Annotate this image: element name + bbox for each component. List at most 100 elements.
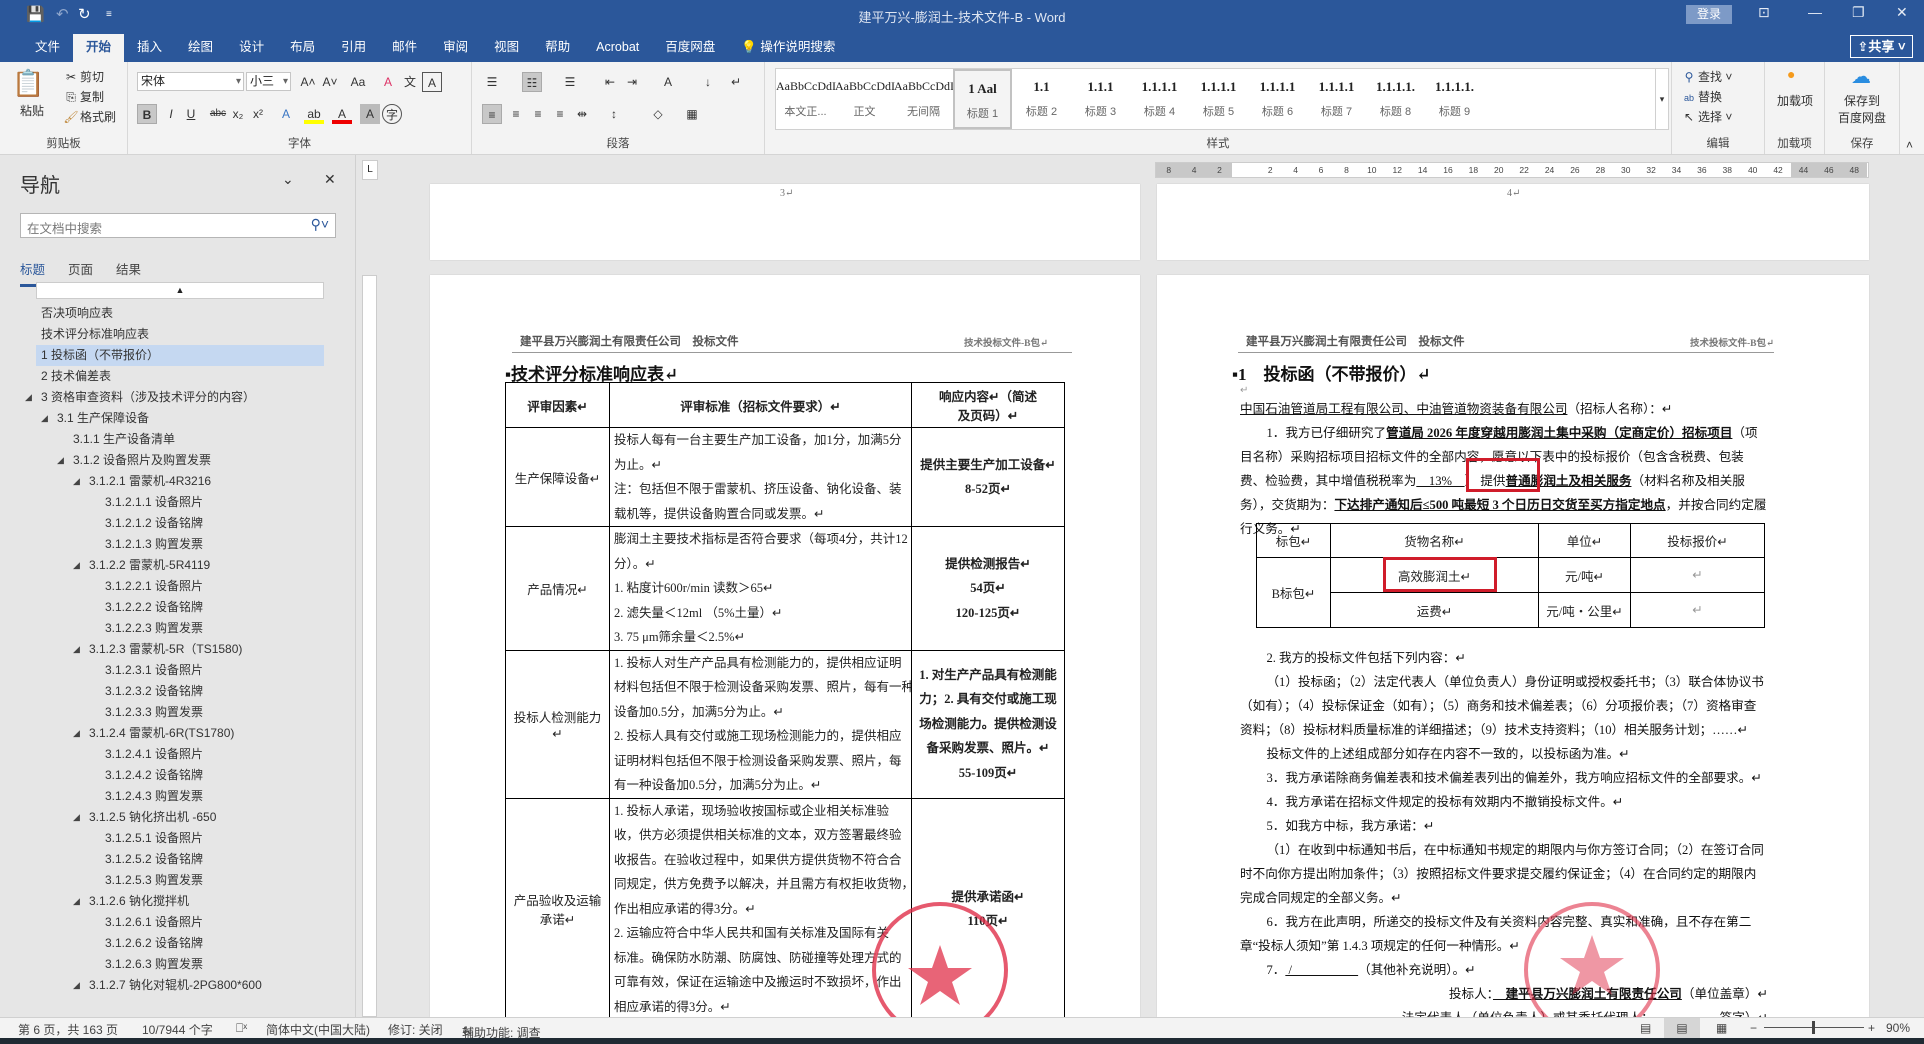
horizontal-ruler[interactable]: 8 4 2 2 4 6 8 10 12 14 16 18 20 22 24 26 28 30 32 34 36 38 40 4… — [1155, 162, 1869, 178]
style-item[interactable]: 1.1.1.1. 标题 8 — [1366, 69, 1425, 129]
baidu-cloud-icon[interactable]: ☁ — [1851, 64, 1871, 89]
tab-6[interactable]: 引用 — [328, 34, 379, 62]
font-size-select[interactable]: 小三 — [246, 72, 291, 91]
expand-triangle-icon[interactable]: ◢ — [73, 975, 80, 996]
nav-heading-item[interactable]: 2 技术偏差表 — [36, 366, 324, 387]
paste-button[interactable]: 粘贴 — [20, 102, 44, 119]
close-icon[interactable]: ✕ — [1896, 4, 1908, 21]
style-item[interactable]: 1.1.1.1 标题 5 — [1189, 69, 1248, 129]
nav-heading-item[interactable]: 3.1.2.4.3 购置发票 — [36, 786, 324, 807]
paste-icon[interactable]: 📋 — [12, 68, 44, 99]
align-left-icon[interactable]: ≡ — [482, 104, 502, 124]
styles-more-icon[interactable]: ▾ — [1655, 68, 1669, 130]
nav-heading-item[interactable]: ◢ 3.1.2.3 雷蒙机-5R（TS1580) — [36, 639, 324, 660]
multilevel-list-icon[interactable]: ☰ — [560, 72, 580, 92]
zoom-out-icon[interactable]: − — [1750, 1021, 1757, 1035]
nav-heading-item[interactable]: ◢ 3.1.2.4 雷蒙机-6R(TS1780) — [36, 723, 324, 744]
nav-heading-item[interactable]: ◢ 3 资格审查资料（涉及技术评分的内容） — [25, 387, 324, 408]
style-item[interactable]: AaBbCcDdI 正文 — [835, 69, 895, 129]
superscript-icon[interactable]: x² — [248, 104, 268, 124]
nav-heading-item[interactable]: 3.1.2.6.2 设备铭牌 — [36, 933, 324, 954]
tab-1[interactable]: 开始 — [73, 34, 125, 62]
nav-heading-item[interactable]: 技术评分标准响应表 — [36, 324, 324, 345]
nav-heading-item[interactable]: ◢ 3.1.2.1 雷蒙机-4R3216 — [36, 471, 324, 492]
nav-heading-item[interactable]: 3.1.2.1.3 购置发票 — [36, 534, 324, 555]
nav-heading-item[interactable]: 3.1.2.4.1 设备照片 — [36, 744, 324, 765]
style-item[interactable]: 1.1.1.1 标题 6 — [1248, 69, 1307, 129]
addins-button[interactable]: 加载项 — [1773, 92, 1817, 109]
nav-heading-item[interactable]: ◢ 3.1.2.5 钠化挤出机 -650 — [36, 807, 324, 828]
minimize-icon[interactable]: — — [1808, 4, 1822, 20]
nav-heading-item[interactable]: ◢ 3.1.2.7 钠化对辊机-2PG800*600 — [36, 975, 324, 996]
read-mode-icon[interactable]: ▤ — [1640, 1021, 1651, 1035]
nav-heading-item[interactable]: ◢ 3.1.2.2 雷蒙机-5R4119 — [36, 555, 324, 576]
save-to-baidu-button[interactable]: 保存到 百度网盘 — [1829, 92, 1895, 126]
nav-heading-item[interactable]: 3.1.2.6.3 购置发票 — [36, 954, 324, 975]
tab-10[interactable]: 帮助 — [532, 34, 583, 62]
change-case-icon[interactable]: Aa — [348, 72, 368, 92]
nav-heading-item[interactable]: 3.1.1 生产设备清单 — [36, 429, 324, 450]
nav-heading-item[interactable]: 3.1.2.1.2 设备铭牌 — [36, 513, 324, 534]
grow-font-icon[interactable]: A˄ — [298, 72, 318, 92]
print-layout-icon[interactable]: ▤ — [1664, 1018, 1700, 1038]
ribbon-display-icon[interactable]: ⊡ — [1758, 4, 1770, 21]
expand-triangle-icon[interactable]: ◢ — [25, 387, 32, 408]
clear-format-icon[interactable]: A — [378, 72, 398, 92]
nav-heading-item[interactable]: 3.1.2.3.1 设备照片 — [36, 660, 324, 681]
character-border-icon[interactable]: A — [422, 72, 442, 92]
tab-8[interactable]: 审阅 — [430, 34, 481, 62]
format-painter-button[interactable]: 🖌格式刷 — [62, 108, 116, 125]
show-marks-icon[interactable]: ↵ — [726, 72, 746, 92]
nav-heading-item[interactable]: 否决项响应表 — [36, 303, 324, 324]
underline-icon[interactable]: U — [181, 104, 201, 124]
style-item[interactable]: 1.1.1.1 标题 4 — [1130, 69, 1189, 129]
font-name-select[interactable]: 宋体 — [137, 72, 244, 91]
find-button[interactable]: ⚲ 查找 ˅ — [1680, 68, 1733, 85]
nav-heading-item[interactable]: 3.1.2.2.1 设备照片 — [36, 576, 324, 597]
nav-heading-item[interactable]: 3.1.2.5.1 设备照片 — [36, 828, 324, 849]
style-item[interactable]: 1.1.1 标题 3 — [1071, 69, 1130, 129]
style-item[interactable]: 1.1.1.1. 标题 9 — [1425, 69, 1484, 129]
vertical-ruler[interactable] — [362, 275, 377, 1017]
distributed-icon[interactable]: ⇹ — [572, 104, 592, 124]
line-spacing-icon[interactable]: ↕ — [604, 104, 624, 124]
nav-heading-item[interactable]: 3.1.2.4.2 设备铭牌 — [36, 765, 324, 786]
expand-triangle-icon[interactable]: ◢ — [73, 471, 80, 492]
highlight-icon[interactable]: ab — [304, 104, 324, 124]
restore-icon[interactable]: ❐ — [1852, 4, 1865, 21]
nav-heading-item[interactable]: 3.1.2.5.2 设备铭牌 — [36, 849, 324, 870]
nav-heading-item[interactable]: 3.1.2.6.1 设备照片 — [36, 912, 324, 933]
page-count[interactable]: 第 6 页，共 163 页 — [18, 1021, 118, 1038]
nav-options-chevron-icon[interactable]: ⌄ — [282, 171, 294, 188]
nav-search-input[interactable]: 在文档中搜索 ⚲˅ — [20, 213, 336, 238]
borders-icon[interactable]: ▦ — [682, 104, 702, 124]
tab-7[interactable]: 邮件 — [379, 34, 430, 62]
word-count[interactable]: 10/7944 个字 — [142, 1021, 213, 1038]
shading-icon[interactable]: ◇ — [648, 104, 668, 124]
nav-heading-item[interactable]: ◢ 3.1.2 设备照片及购置发票 — [36, 450, 324, 471]
justify-icon[interactable]: ≡ — [550, 104, 570, 124]
phonetic-guide-icon[interactable]: 文 — [400, 72, 420, 92]
style-item[interactable]: 1.1 标题 2 — [1012, 69, 1071, 129]
nav-heading-item[interactable]: 3.1.2.2.2 设备铭牌 — [36, 597, 324, 618]
nav-heading-item[interactable]: 3.1.2.1.1 设备照片 — [36, 492, 324, 513]
nav-tab-2[interactable]: 结果 — [116, 259, 141, 278]
tab-11[interactable]: Acrobat — [583, 34, 652, 62]
expand-triangle-icon[interactable]: ◢ — [73, 639, 80, 660]
copy-button[interactable]: ⎘ 复制 — [62, 88, 104, 105]
tab-0[interactable]: 文件 — [22, 34, 73, 62]
nav-tab-1[interactable]: 页面 — [68, 259, 93, 278]
nav-heading-item[interactable]: 3.1.2.2.3 购置发票 — [36, 618, 324, 639]
numbering-icon[interactable]: ☷ — [522, 72, 542, 92]
track-changes-status[interactable]: 修订: 关闭 — [388, 1021, 443, 1038]
tab-2[interactable]: 插入 — [124, 34, 175, 62]
style-item[interactable]: AaBbCcDdI 无间隔 — [894, 69, 954, 129]
addins-icon[interactable]: ● — [1787, 66, 1795, 82]
sort-icon[interactable]: ↓ — [698, 72, 718, 92]
tab-9[interactable]: 视图 — [481, 34, 532, 62]
style-item[interactable]: 1.1.1.1 标题 7 — [1307, 69, 1366, 129]
strikethrough-icon[interactable]: abc — [208, 104, 228, 124]
tell-me-search[interactable]: 💡 操作说明搜索 — [728, 34, 848, 62]
increase-indent-icon[interactable]: ⇥ — [622, 72, 642, 92]
login-button[interactable]: 登录 — [1686, 5, 1732, 24]
